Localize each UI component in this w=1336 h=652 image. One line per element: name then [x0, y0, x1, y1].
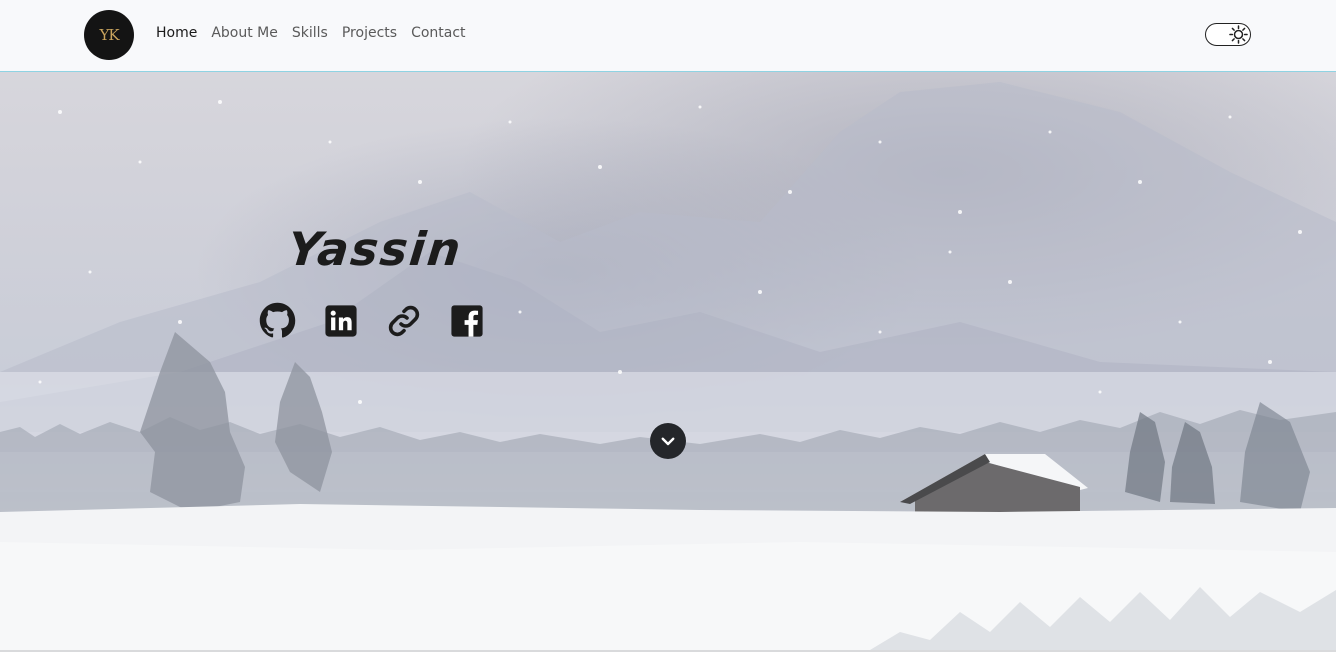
nav-links: Home About Me Skills Projects Contact: [156, 25, 466, 41]
facebook-link[interactable]: [448, 302, 485, 339]
nav-link-home[interactable]: Home: [156, 25, 197, 41]
linkedin-icon: [324, 304, 357, 337]
theme-toggle[interactable]: [1205, 23, 1251, 46]
website-link[interactable]: [385, 302, 422, 339]
nav-link-contact[interactable]: Contact: [411, 25, 465, 41]
snowy-landscape-background: [0, 82, 1336, 650]
link-icon: [388, 305, 419, 336]
sun-icon: [1229, 25, 1248, 44]
chevron-down-icon: [661, 437, 675, 446]
logo[interactable]: YK: [84, 10, 134, 60]
nav-link-about-me[interactable]: About Me: [211, 25, 278, 41]
github-icon: [259, 302, 296, 338]
linkedin-link[interactable]: [322, 302, 359, 339]
scroll-down-button[interactable]: [650, 423, 686, 459]
facebook-icon: [450, 304, 483, 337]
nav-link-projects[interactable]: Projects: [342, 25, 397, 41]
social-links: [259, 302, 485, 339]
logo-text: YK: [99, 26, 119, 44]
github-link[interactable]: [259, 302, 296, 339]
nav-link-skills[interactable]: Skills: [292, 25, 328, 41]
navbar: YK Home About Me Skills Projects Contact: [0, 0, 1336, 72]
hero-section: Yassin: [0, 72, 1336, 650]
hero-name: Yassin: [285, 222, 466, 276]
